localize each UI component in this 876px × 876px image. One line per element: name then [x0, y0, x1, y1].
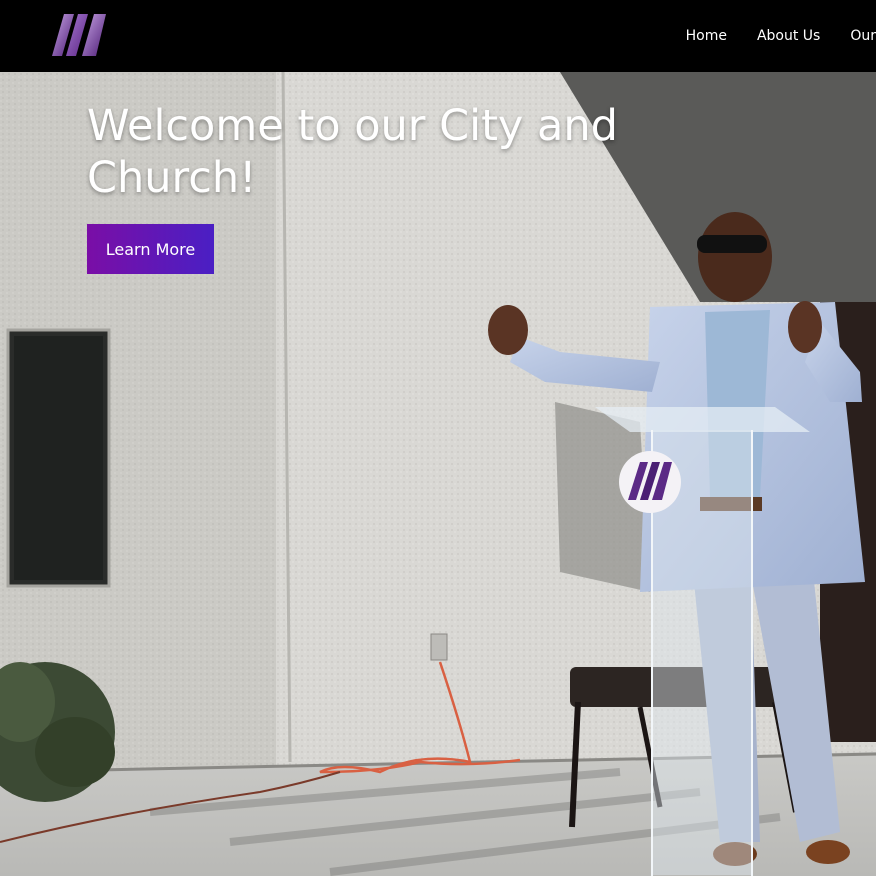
- church-logo-icon[interactable]: [50, 12, 110, 58]
- main-nav: Home About Us Our: [686, 0, 876, 72]
- hero-title: Welcome to our City and Church!: [87, 101, 618, 203]
- nav-our[interactable]: Our: [850, 28, 876, 44]
- nav-about-us[interactable]: About Us: [757, 28, 820, 44]
- learn-more-button[interactable]: Learn More: [87, 224, 214, 274]
- nav-home[interactable]: Home: [686, 28, 727, 44]
- hero-section: Welcome to our City and Church! Learn Mo…: [0, 72, 876, 876]
- site-header: Home About Us Our: [0, 0, 876, 72]
